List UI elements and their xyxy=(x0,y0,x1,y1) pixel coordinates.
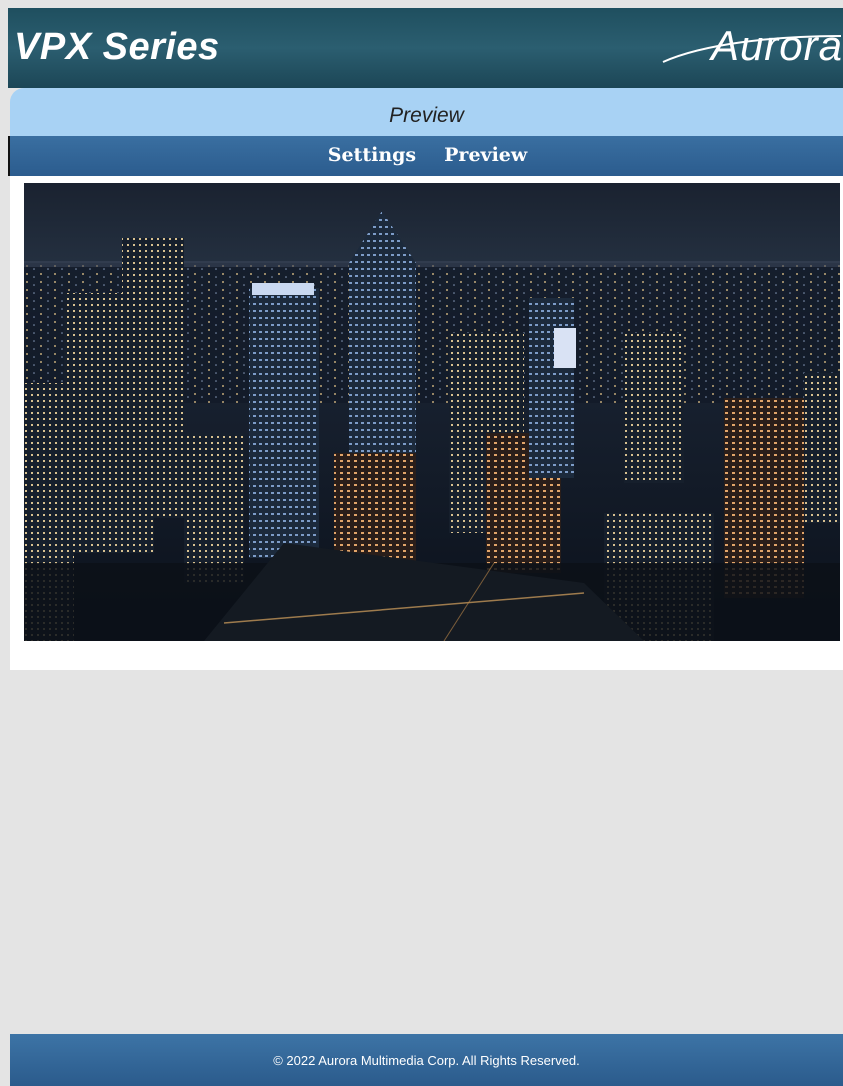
app-title: VPX Series xyxy=(14,26,220,68)
video-preview-image xyxy=(24,183,840,641)
nav-bar: Settings Preview xyxy=(8,136,843,176)
preview-panel xyxy=(10,176,843,670)
logo-text: Aurora xyxy=(710,22,843,69)
nav-link-preview[interactable]: Preview xyxy=(444,144,527,166)
title-bar: Preview xyxy=(10,88,843,136)
footer: © 2022 Aurora Multimedia Corp. All Right… xyxy=(10,1034,843,1086)
aurora-logo: Aurora xyxy=(653,22,843,78)
nav-link-settings[interactable]: Settings xyxy=(328,144,416,166)
copyright-text: © 2022 Aurora Multimedia Corp. All Right… xyxy=(273,1053,580,1068)
nav-items: Settings Preview xyxy=(10,144,843,166)
app-header: VPX Series Aurora xyxy=(8,8,843,88)
page-title: Preview xyxy=(389,104,464,127)
page: VPX Series Aurora Preview Settings Previ… xyxy=(0,0,843,1086)
